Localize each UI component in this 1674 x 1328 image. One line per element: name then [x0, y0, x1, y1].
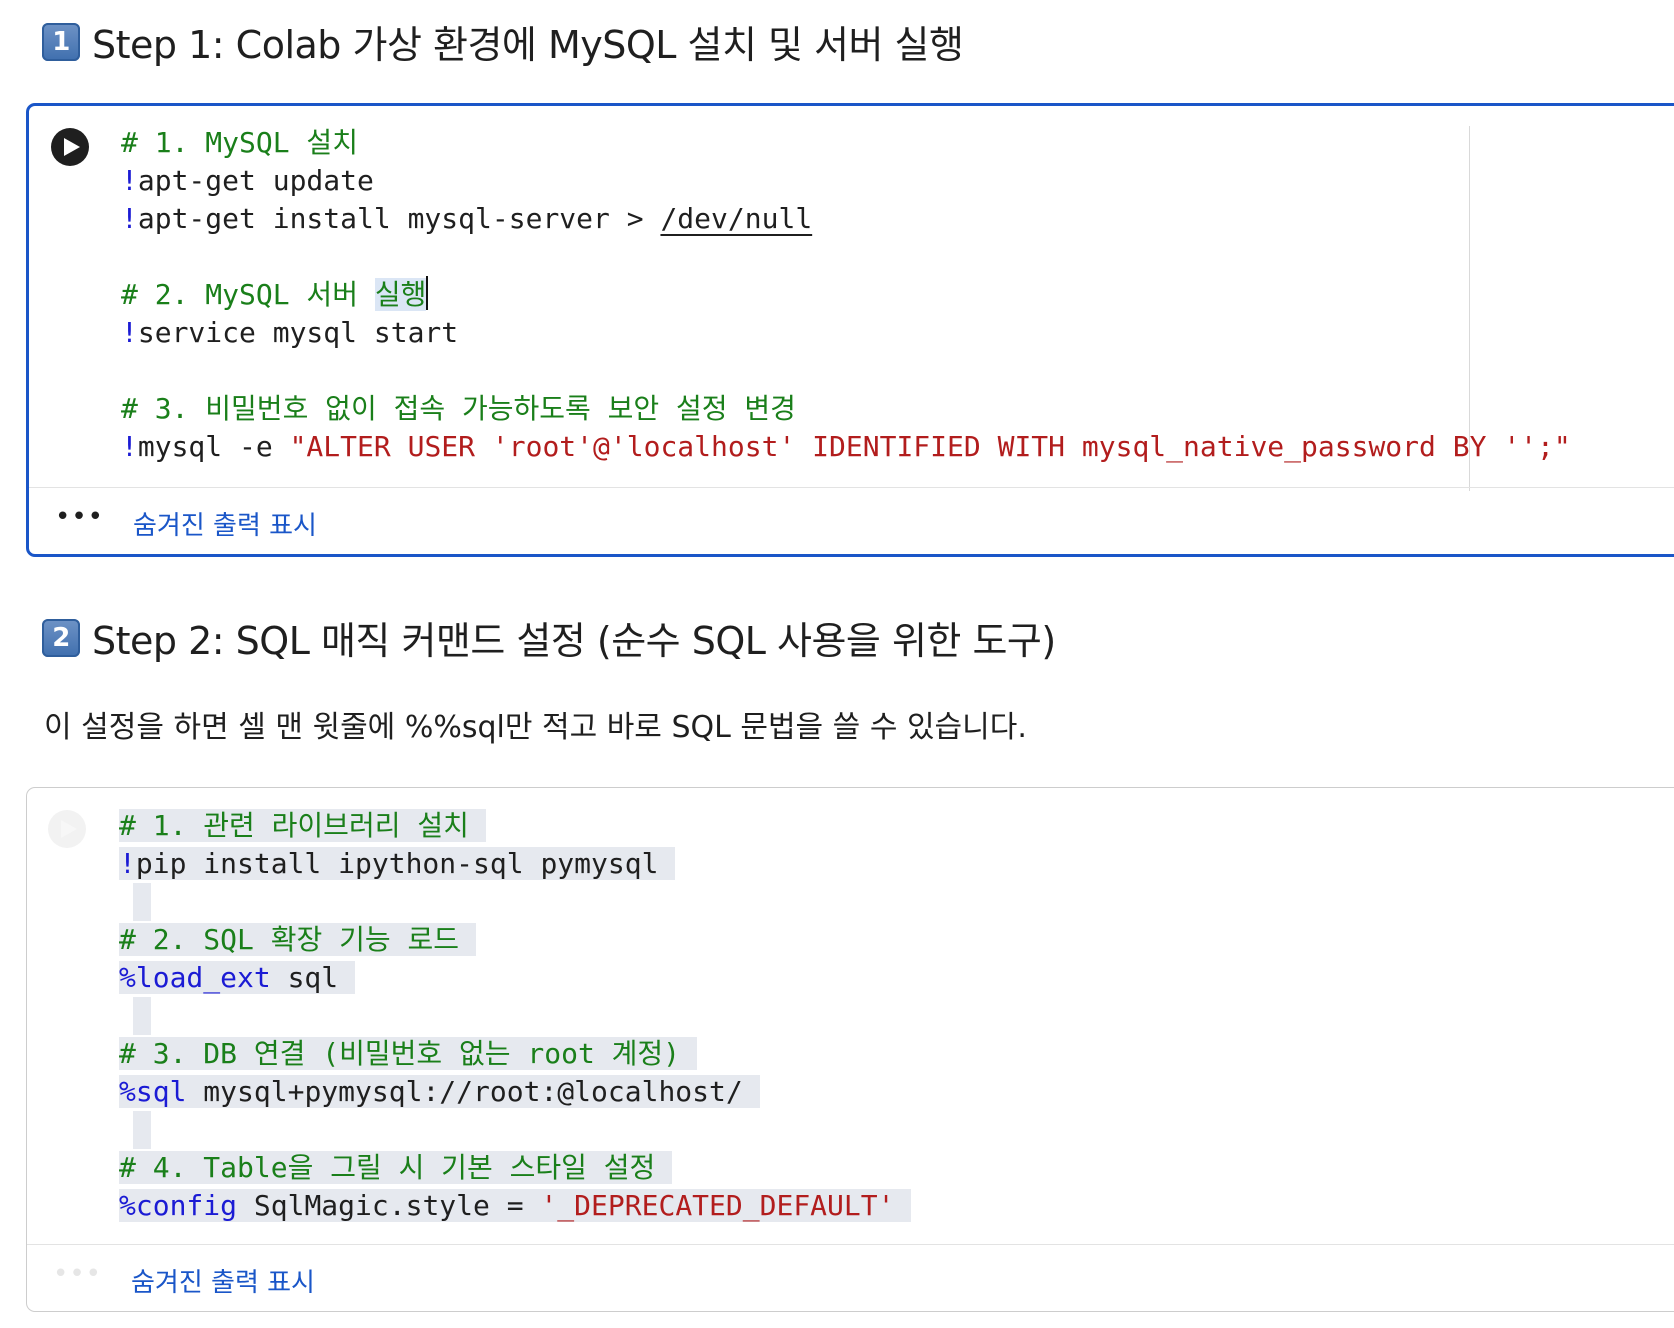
code-token: ! [121, 202, 138, 235]
code-line[interactable] [119, 997, 911, 1035]
code-line[interactable]: # 4. Table을 그릴 시 기본 스타일 설정 [119, 1149, 911, 1187]
run-cell-button[interactable] [51, 128, 89, 166]
code-token: mysql -e [137, 430, 290, 463]
play-icon [61, 820, 77, 838]
code-line[interactable]: %config SqlMagic.style = '_DEPRECATED_DE… [119, 1187, 912, 1225]
code-line[interactable] [121, 238, 1571, 276]
more-options-icon[interactable]: ••• [53, 1259, 102, 1289]
code-token: pip install ipython-sql pymysql [135, 847, 676, 880]
code-token: %load_ext [119, 961, 271, 994]
keycap-1-icon: 1 [42, 22, 80, 61]
code-token: 실행 [374, 278, 427, 311]
code-editor[interactable]: # 1. MySQL 설치 !apt-get update !apt-get ins… [121, 124, 1571, 466]
code-editor[interactable]: # 1. 관련 라이브러리 설치 !pip install ipython-sq… [119, 807, 912, 1225]
step1-heading: 1 Step 1: Colab 가상 환경에 MySQL 설치 및 서버 실행 [42, 14, 964, 69]
code-token: ! [121, 164, 138, 197]
step1-title: Step 1: Colab 가상 환경에 MySQL 설치 및 서버 실행 [92, 23, 964, 67]
code-token: %config [119, 1189, 238, 1222]
code-token: ! [119, 847, 136, 880]
run-cell-button[interactable] [48, 810, 86, 848]
code-token: sql [270, 961, 356, 994]
code-line[interactable] [119, 1111, 911, 1149]
code-token: # 4. Table을 그릴 시 기본 스타일 설정 [119, 1151, 673, 1184]
output-bar: ••• 숨겨진 출력 표시 [29, 487, 1674, 554]
step2-heading: 2 Step 2: SQL 매직 커맨드 설정 (순수 SQL 사용을 위한 도… [42, 610, 1056, 665]
code-line[interactable]: !mysql -e "ALTER USER 'root'@'localhost'… [121, 428, 1571, 466]
code-line[interactable]: %load_ext sql [119, 959, 911, 997]
text-cursor [426, 276, 429, 310]
code-token: "ALTER USER 'root'@'localhost' IDENTIFIE… [289, 430, 1571, 463]
code-line[interactable]: # 1. MySQL 설치 [121, 124, 1571, 162]
code-line[interactable]: !service mysql start [121, 314, 1571, 352]
play-icon [64, 138, 80, 156]
code-line[interactable]: # 3. 비밀번호 없이 접속 가능하도록 보안 설정 변경 [121, 390, 1571, 428]
code-token: mysql+pymysql://root:@localhost/ [186, 1075, 760, 1108]
code-token: # 1. 관련 라이브러리 설치 [119, 809, 486, 842]
code-token: '_DEPRECATED_DEFAULT' [540, 1189, 912, 1222]
code-line[interactable] [119, 883, 911, 921]
code-token: ! [121, 316, 138, 349]
step2-description: 이 설정을 하면 셀 맨 윗줄에 %%sql만 적고 바로 SQL 문법을 쓸 … [44, 710, 1027, 745]
code-token: %sql [119, 1075, 187, 1108]
more-options-icon[interactable]: ••• [55, 502, 104, 532]
code-line[interactable] [121, 352, 1571, 390]
keycap-2-icon: 2 [42, 618, 80, 657]
code-token: # 3. 비밀번호 없이 접속 가능하도록 보안 설정 변경 [121, 392, 796, 425]
code-cell-1[interactable]: # 1. MySQL 설치 !apt-get update !apt-get ins… [26, 103, 1674, 557]
code-cell-2[interactable]: # 1. 관련 라이브러리 설치 !pip install ipython-sq… [26, 787, 1674, 1312]
step2-title: Step 2: SQL 매직 커맨드 설정 (순수 SQL 사용을 위한 도구) [92, 619, 1056, 663]
code-line[interactable]: # 2. SQL 확장 기능 로드 [119, 921, 911, 959]
code-token: # 1. MySQL 설치 [121, 126, 358, 159]
code-line[interactable]: # 3. DB 연결 (비밀번호 없는 root 계정) [119, 1035, 911, 1073]
code-line[interactable]: %sql mysql+pymysql://root:@localhost/ [119, 1073, 911, 1111]
show-hidden-output-link[interactable]: 숨겨진 출력 표시 [133, 505, 317, 542]
code-token: apt-get update [137, 164, 374, 197]
code-token: # 3. DB 연결 (비밀번호 없는 root 계정) [119, 1037, 697, 1070]
code-line[interactable]: # 2. MySQL 서버 실행 [121, 276, 1571, 314]
code-token: SqlMagic.style = [237, 1189, 541, 1222]
code-token: apt-get install mysql-server > [137, 202, 661, 235]
show-hidden-output-link[interactable]: 숨겨진 출력 표시 [131, 1262, 315, 1299]
code-line[interactable]: !apt-get update [121, 162, 1571, 200]
code-token: # 2. MySQL 서버 [121, 278, 375, 311]
code-line[interactable]: !apt-get install mysql-server > /dev/nul… [121, 200, 1571, 238]
code-token: /dev/null [660, 202, 813, 235]
code-token: ! [121, 430, 138, 463]
code-line[interactable]: # 1. 관련 라이브러리 설치 [119, 807, 911, 845]
code-token: service mysql start [137, 316, 459, 349]
code-token: # 2. SQL 확장 기능 로드 [119, 923, 476, 956]
output-bar: ••• 숨겨진 출력 표시 [27, 1244, 1674, 1311]
code-line[interactable]: !pip install ipython-sql pymysql [119, 845, 911, 883]
